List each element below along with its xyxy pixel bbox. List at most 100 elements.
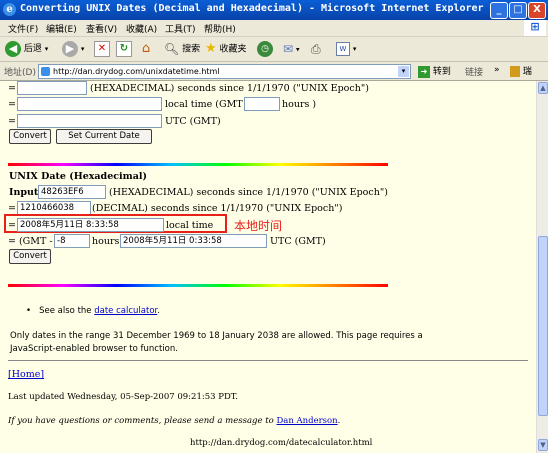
scroll-up-icon[interactable]: ▲ xyxy=(538,82,548,94)
last-updated-text: Last updated Wednesday, 05-Sep-2007 09:2… xyxy=(8,392,238,402)
hex-input[interactable]: 48263EF6 xyxy=(38,185,106,199)
word-icon: W xyxy=(336,41,350,56)
rainbow-divider-top xyxy=(8,163,388,166)
menu-tools[interactable]: 工具(T) xyxy=(165,22,196,35)
menu-help[interactable]: 帮助(H) xyxy=(204,22,236,35)
edit-button[interactable]: W ▾ xyxy=(336,40,356,58)
annotation-label: 本地时间 xyxy=(234,219,283,233)
menu-edit[interactable]: 编辑(E) xyxy=(46,22,77,35)
back-arrow-icon: ◀ xyxy=(5,40,21,57)
stop-icon: ✕ xyxy=(94,40,110,57)
edit-dropdown-icon: ▾ xyxy=(352,45,357,53)
local-time-output[interactable]: 2008年5月11日 8:33:58 xyxy=(17,218,164,232)
range-text-line1: Only dates in the range 31 December 1969… xyxy=(10,331,423,341)
page-content: = (HEXADECIMAL) seconds since 1/1/1970 (… xyxy=(0,81,536,453)
hex-section-heading: UNIX Date (Hexadecimal) xyxy=(9,171,147,182)
contact-line: If you have questions or comments, pleas… xyxy=(8,416,340,426)
contact-prefix: If you have questions or comments, pleas… xyxy=(8,416,274,426)
top-gmt-offset-input[interactable] xyxy=(244,97,280,111)
hex-convert-button[interactable]: Convert xyxy=(9,249,51,264)
row1-text: (HEXADECIMAL) seconds since 1/1/1970 ("U… xyxy=(90,83,369,94)
see-also-prefix: See also the xyxy=(39,306,92,316)
gmt-offset-input[interactable]: -8 xyxy=(54,234,90,248)
home-link[interactable]: [Home] xyxy=(8,369,44,380)
see-also-line: • See also the date calculator. xyxy=(26,306,160,316)
row1-prefix: = xyxy=(8,83,16,94)
menu-bar: 文件(F) 编辑(E) 查看(V) 收藏(A) 工具(T) 帮助(H) ⊞ xyxy=(0,20,548,37)
hex-input-text: (HEXADECIMAL) seconds since 1/1/1970 ("U… xyxy=(109,187,388,198)
favorites-button[interactable]: ★ 收藏夹 xyxy=(205,40,247,58)
menu-view[interactable]: 查看(V) xyxy=(86,22,117,35)
date-calculator-link[interactable]: date calculator xyxy=(94,306,157,316)
address-label: 地址(D) xyxy=(4,68,36,78)
go-label: 转到 xyxy=(432,67,451,77)
back-dropdown-icon: ▾ xyxy=(44,45,49,53)
refresh-button[interactable]: ↻ xyxy=(116,40,132,58)
mail-button[interactable]: ✉ ▾ xyxy=(283,40,299,58)
search-icon: 🔍︎ xyxy=(164,42,180,56)
utc-output[interactable]: 2008年5月11日 0:33:58 xyxy=(120,234,267,248)
back-button[interactable]: ◀ 后退 ▾ xyxy=(5,40,48,58)
row2-suffix: hours ) xyxy=(282,99,317,110)
links-button[interactable]: 链接 xyxy=(465,65,483,78)
top-convert-button[interactable]: Convert xyxy=(9,129,51,144)
rainbow-divider-bottom xyxy=(8,284,388,287)
set-current-date-button[interactable]: Set Current Date xyxy=(56,129,152,144)
vertical-scrollbar[interactable]: ▲ ▼ xyxy=(536,81,548,453)
extra-toolbar[interactable]: 瑞 xyxy=(510,64,532,77)
window-title: Converting UNIX Dates (Decimal and Hexad… xyxy=(20,3,484,14)
stop-button[interactable]: ✕ xyxy=(94,40,110,58)
home-button[interactable]: ⌂ xyxy=(138,40,154,58)
horizontal-rule xyxy=(8,360,528,361)
search-label: 搜索 xyxy=(182,44,201,55)
home-icon: ⌂ xyxy=(141,40,151,56)
scroll-down-icon[interactable]: ▼ xyxy=(538,439,548,451)
favorites-label: 收藏夹 xyxy=(219,44,247,55)
top-local-time-input[interactable] xyxy=(17,97,162,111)
scrollbar-thumb[interactable] xyxy=(538,236,548,416)
go-button[interactable]: ➜ 转到 xyxy=(418,64,451,78)
extra-label: 瑞 xyxy=(522,67,532,77)
forward-arrow-icon: ▶ xyxy=(62,40,78,57)
history-button[interactable]: ◷ xyxy=(257,40,273,58)
dec-text: (DECIMAL) seconds since 1/1/1970 ("UNIX … xyxy=(92,203,343,214)
refresh-icon: ↻ xyxy=(116,40,132,57)
print-button[interactable]: ⎙ xyxy=(311,40,321,58)
row3-prefix: = xyxy=(8,116,16,127)
contact-suffix: . xyxy=(337,416,341,426)
page-icon xyxy=(41,67,50,76)
dec-prefix: = xyxy=(8,203,16,214)
close-button[interactable]: X xyxy=(528,2,546,19)
maximize-button[interactable]: □ xyxy=(509,2,527,19)
decimal-output[interactable]: 1210466038 xyxy=(17,201,91,215)
top-utc-input[interactable] xyxy=(17,114,162,128)
menu-favorites[interactable]: 收藏(A) xyxy=(126,22,157,35)
row2-text: local time (GMT - xyxy=(165,99,249,110)
address-dropdown-icon[interactable]: ▾ xyxy=(398,66,409,77)
go-arrow-icon: ➜ xyxy=(418,65,430,78)
hex-input-label: Input: xyxy=(9,187,42,198)
windows-logo-icon: ⊞ xyxy=(524,20,546,36)
title-bar: e Converting UNIX Dates (Decimal and Hex… xyxy=(0,0,548,20)
local-prefix: = xyxy=(8,220,16,231)
forward-dropdown-icon: ▾ xyxy=(80,45,85,53)
mail-dropdown-icon: ▾ xyxy=(295,45,300,54)
dan-anderson-link[interactable]: Dan Anderson xyxy=(276,416,337,426)
top-hex-input[interactable] xyxy=(17,81,87,95)
local-time-text: local time xyxy=(166,220,214,231)
links-chevron-icon[interactable]: » xyxy=(494,65,500,75)
ie-logo-icon: e xyxy=(3,3,16,16)
menu-file[interactable]: 文件(F) xyxy=(8,22,38,35)
star-icon: ★ xyxy=(205,41,217,56)
minimize-button[interactable]: _ xyxy=(490,2,508,19)
mail-icon: ✉ xyxy=(283,42,294,56)
gmt-prefix: = (GMT - xyxy=(8,236,53,247)
see-also-suffix: . xyxy=(157,306,160,316)
search-button[interactable]: 🔍︎ 搜索 xyxy=(164,40,200,58)
row2-prefix: = xyxy=(8,99,16,110)
gmt-hours-text: hours) xyxy=(92,236,124,247)
address-input[interactable]: http://dan.drydog.com/unixdatetime.html … xyxy=(38,64,411,79)
address-url: http://dan.drydog.com/unixdatetime.html xyxy=(53,67,220,76)
row3-text: UTC (GMT) xyxy=(165,116,221,127)
forward-button[interactable]: ▶ ▾ xyxy=(62,40,84,58)
